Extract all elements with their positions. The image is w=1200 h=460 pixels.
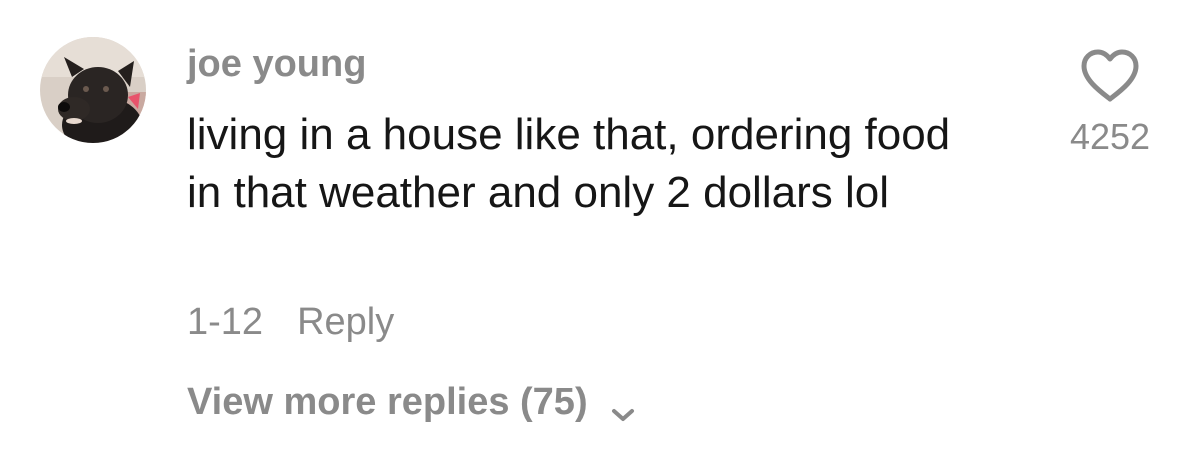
view-more-replies-label: View more replies (75) — [187, 380, 588, 423]
dog-avatar-icon — [40, 37, 146, 143]
heart-outline-icon — [1079, 48, 1141, 104]
comment-meta: 1-12 Reply — [187, 298, 394, 346]
like-button[interactable]: 4252 — [1040, 48, 1180, 160]
comment-item: joe young living in a house like that, o… — [0, 0, 1200, 460]
comment-date: 1-12 — [187, 300, 264, 343]
view-more-replies-button[interactable]: View more replies (75) — [187, 378, 636, 426]
like-count: 4252 — [1069, 116, 1151, 157]
chevron-down-icon — [610, 392, 636, 421]
reply-button[interactable]: Reply — [297, 301, 394, 344]
avatar[interactable] — [40, 37, 146, 143]
username[interactable]: joe young — [187, 40, 366, 88]
comment-text: living in a house like that, ordering fo… — [187, 110, 951, 217]
